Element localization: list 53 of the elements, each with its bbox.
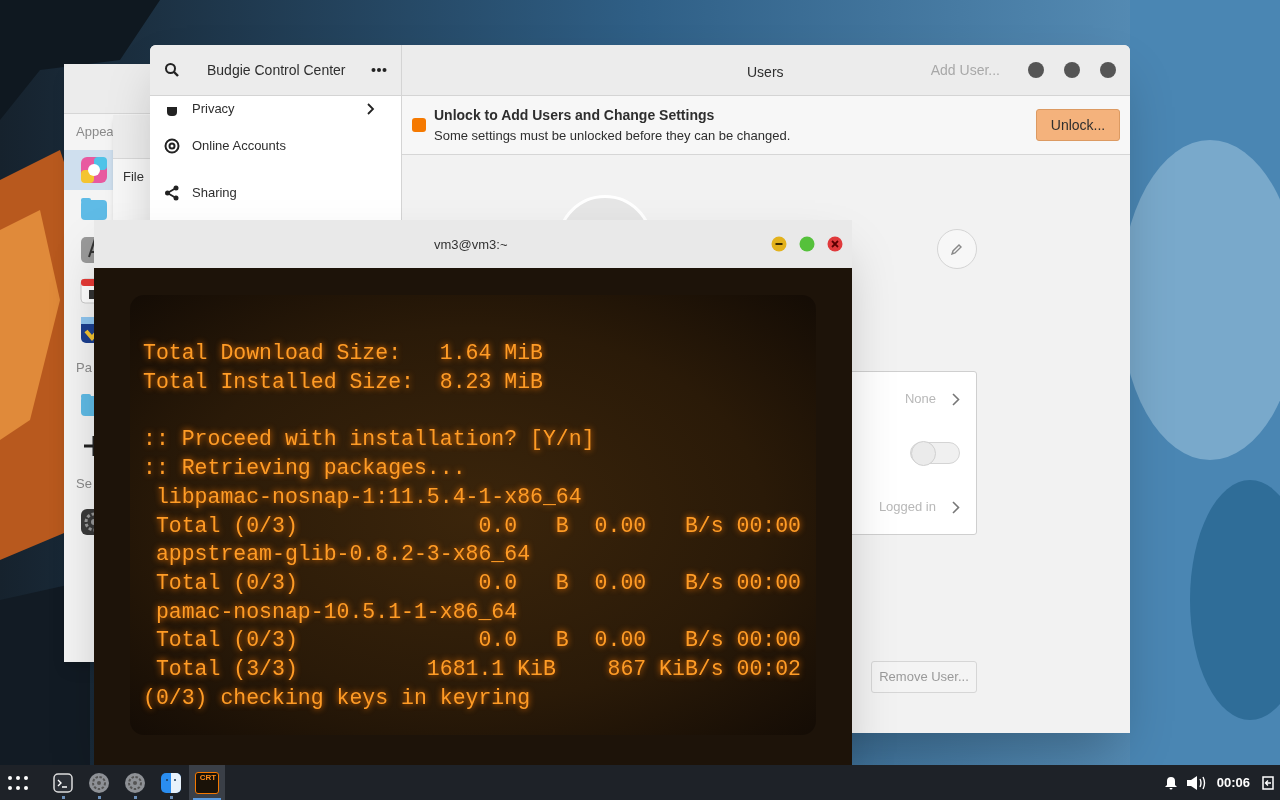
section-label: Appea	[76, 123, 114, 142]
menu-item[interactable]: File	[123, 167, 144, 187]
terminal-line: (0/3) checking keys in keyring	[143, 684, 532, 712]
more-icon[interactable]	[371, 67, 387, 73]
chevron-icon	[952, 392, 960, 406]
search-icon[interactable]	[164, 62, 180, 78]
terminal-icon	[52, 771, 74, 794]
terminal-line: Total (3/3) 1681.1 KiB 867 KiB/s 00:02	[154, 656, 802, 684]
terminal-line: Total Download Size: 1.64 MiB	[143, 340, 544, 367]
gear-icon	[124, 771, 146, 794]
pencil-icon	[951, 243, 963, 255]
selected-row[interactable]	[64, 150, 113, 190]
taskbar-app[interactable]: CRT	[189, 765, 225, 800]
terminal-line: Total (0/3) 0.0 B 0.00 B/s 00:00	[154, 512, 802, 540]
unlock-button[interactable]: Unlock...	[1036, 109, 1120, 141]
sidebar-item[interactable]: Sharing	[150, 169, 401, 216]
lock-icon	[412, 118, 426, 132]
sidebar-item[interactable]: Privacy	[150, 96, 401, 122]
minimize-button[interactable]	[771, 236, 787, 252]
share-icon	[164, 184, 180, 201]
bell-icon[interactable]	[1163, 775, 1178, 790]
app-grid-icon[interactable]	[7, 774, 29, 791]
logout-icon[interactable]	[1262, 775, 1274, 790]
window-title: vm3@vm3:~	[434, 236, 508, 254]
section-label: Se	[76, 475, 92, 494]
toggle-switch[interactable]	[910, 442, 960, 464]
window-title: Budgie Control Center	[207, 60, 346, 80]
gear-icon	[88, 771, 110, 794]
chevron-icon	[367, 103, 375, 115]
setting-value: None	[904, 390, 936, 409]
section-label: Pa	[76, 359, 92, 378]
terminal-line: appstream-glib-0.8.2-3-x86_64	[154, 541, 532, 569]
face-icon	[160, 771, 182, 794]
sidebar-item[interactable]: Online Accounts	[150, 122, 401, 169]
terminal-line: libpamac-nosnap-1:11.5.4-1-x86_64	[154, 483, 583, 511]
terminal-line: Total (0/3) 0.0 B 0.00 B/s 00:00	[154, 569, 802, 597]
info-message: Some settings must be unlocked before they can be changed.	[434, 126, 791, 145]
setting-value: Logged in	[878, 498, 936, 517]
info-title: Unlock to Add Users and Change Settings	[434, 105, 716, 125]
chevron-icon	[952, 500, 960, 514]
clock: 00:06	[1216, 773, 1250, 792]
palette-icon	[80, 156, 108, 184]
terminal-line: Total Installed Size: 8.23 MiB	[143, 368, 544, 396]
maximize-button[interactable]	[1064, 62, 1080, 78]
minimize-button[interactable]	[1028, 62, 1044, 78]
page-title: Users	[747, 63, 784, 82]
speaker-icon[interactable]	[1185, 774, 1206, 791]
terminal-line: :: Retrieving packages...	[143, 455, 467, 483]
terminal-line: :: Proceed with installation? [Y/n]	[143, 426, 596, 454]
close-button[interactable]	[827, 236, 843, 252]
terminal-line: pamac-nosnap-10.5.1-1-x86_64	[154, 598, 519, 626]
close-button[interactable]	[1100, 62, 1116, 78]
terminal-line: Total (0/3) 0.0 B 0.00 B/s 00:00	[154, 627, 802, 655]
